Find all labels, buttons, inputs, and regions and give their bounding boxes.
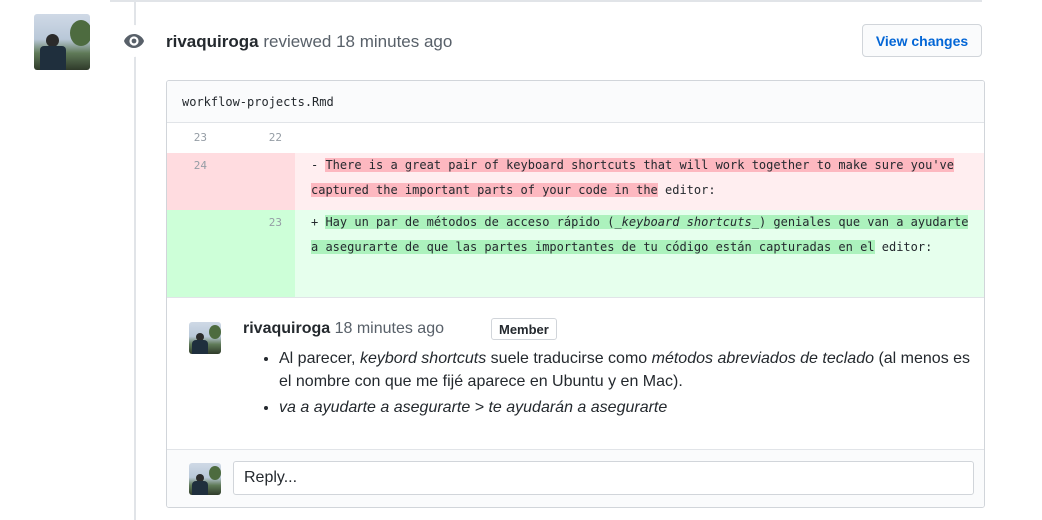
old-line-number[interactable]: 23 [167, 131, 207, 144]
member-badge: Member [491, 318, 557, 340]
added-rest: editor: [874, 239, 933, 254]
view-changes-button[interactable]: View changes [862, 24, 982, 57]
comment-avatar[interactable] [189, 322, 221, 354]
comment-italic: va a ayudarte a asegurarte > te ayudarán… [279, 399, 668, 416]
eye-icon [118, 25, 150, 57]
timeline-top-divider [110, 0, 982, 2]
diff-minus-sign: - [311, 158, 326, 172]
review-action-text: reviewed 18 minutes ago [263, 32, 453, 51]
comment-italic: keybord shortcuts [359, 350, 487, 367]
added-highlight-italic: _keyboard shortcuts_ [614, 215, 759, 229]
diff-file-box: workflow-projects.Rmd 23 22 24 - There i… [166, 80, 985, 508]
comment-text: Al parecer, [279, 350, 360, 367]
reviewer-avatar[interactable] [34, 14, 90, 70]
comment-timestamp[interactable]: 18 minutes ago [335, 320, 444, 337]
review-comment: rivaquiroga 18 minutes ago Member Al par… [167, 297, 984, 450]
review-author-link[interactable]: rivaquiroga [166, 32, 259, 51]
added-highlight-1: Hay un par de métodos de acceso rápido ( [325, 215, 615, 229]
comment-bullet-2: va a ayudarte a asegurarte > te ayudarán… [279, 396, 979, 419]
added-code: + Hay un par de métodos de acceso rápido… [311, 210, 974, 259]
added-line-number[interactable]: 23 [242, 216, 282, 229]
diff-deleted-row: 24 - There is a great pair of keyboard s… [167, 153, 984, 210]
comment-author-link[interactable]: rivaquiroga [243, 320, 330, 337]
reply-avatar [189, 463, 221, 495]
diff-added-row: 23 + Hay un par de métodos de acceso ráp… [167, 210, 984, 297]
comment-bullet-1: Al parecer, keybord shortcuts suele trad… [279, 347, 979, 393]
deleted-line-number[interactable]: 24 [167, 159, 207, 172]
diff-plus-sign: + [311, 215, 326, 229]
reply-area: Reply... [167, 449, 984, 507]
reply-input[interactable]: Reply... [233, 461, 974, 495]
deleted-highlight: There is a great pair of keyboard shortc… [311, 158, 954, 197]
diff-context-row: 23 22 [167, 123, 984, 149]
timeline-line [134, 0, 136, 520]
comment-text: suele traducirse como [486, 350, 652, 367]
comment-header: rivaquiroga 18 minutes ago [243, 320, 444, 338]
review-header: rivaquiroga reviewed 18 minutes ago [166, 32, 452, 52]
new-line-number[interactable]: 22 [242, 131, 282, 144]
comment-italic: métodos abreviados de teclado [651, 350, 874, 367]
deleted-code: - There is a great pair of keyboard shor… [311, 153, 974, 202]
deleted-rest: editor: [657, 182, 716, 197]
comment-body: Al parecer, keybord shortcuts suele trad… [257, 347, 979, 422]
file-name[interactable]: workflow-projects.Rmd [167, 81, 984, 123]
